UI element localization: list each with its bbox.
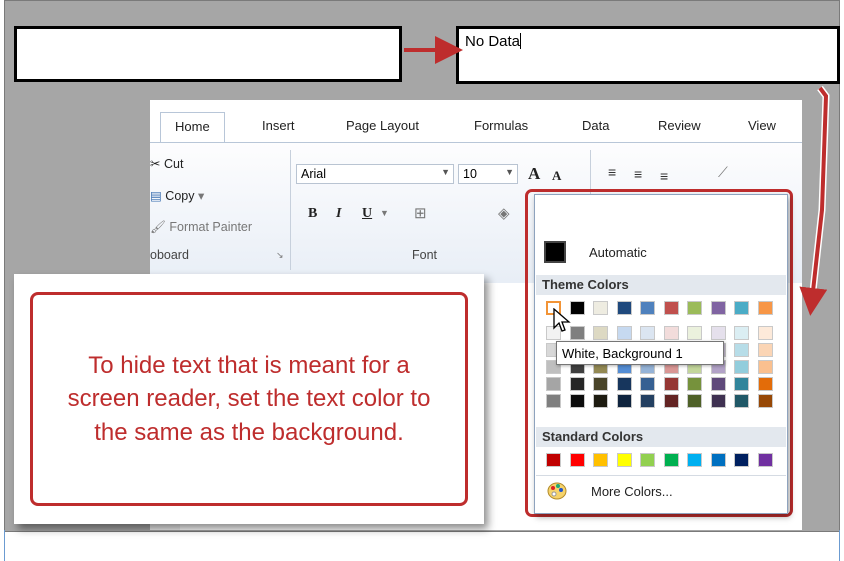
annotation-arrows (404, 36, 830, 316)
